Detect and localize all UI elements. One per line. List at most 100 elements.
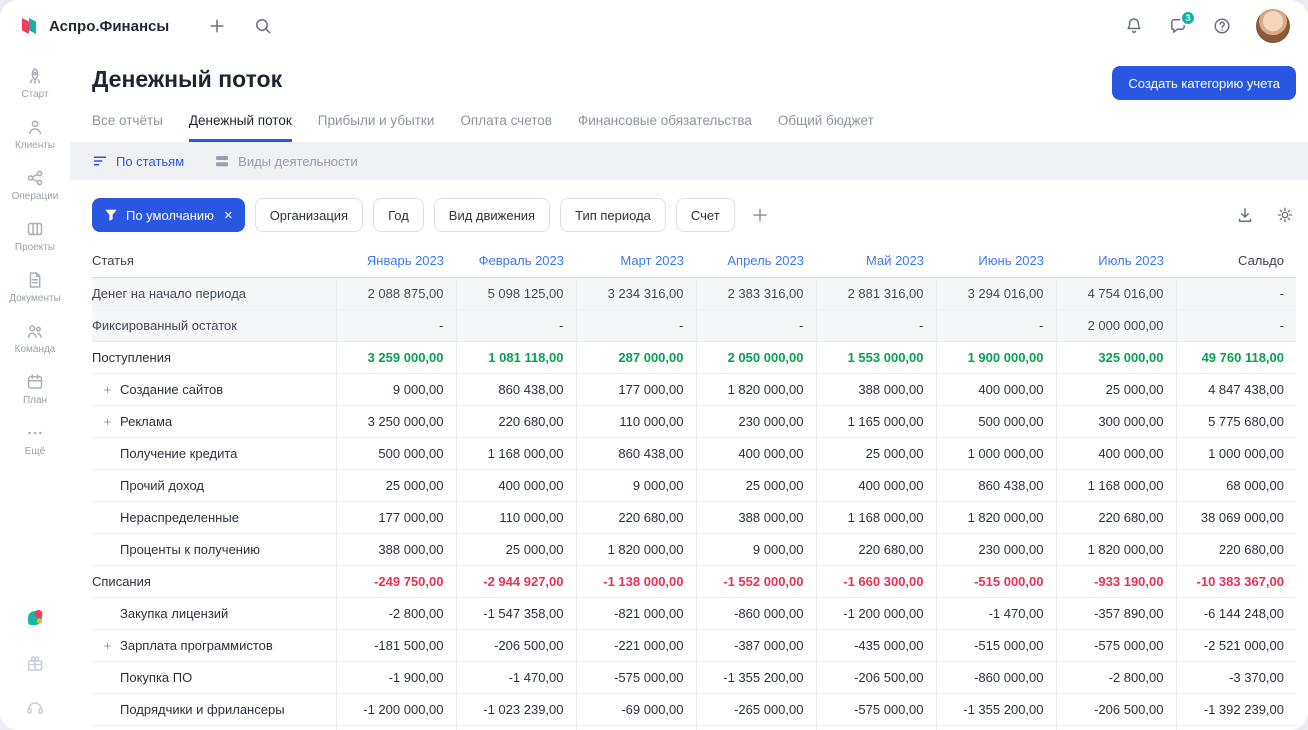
expand-icon[interactable]: + <box>102 638 113 653</box>
row-label: Покупка ПО <box>120 670 193 685</box>
cell-value: 220 680,00 <box>1055 501 1176 534</box>
cell-value: -206 500,00 <box>455 629 576 662</box>
tab-item[interactable]: Финансовые обязательства <box>578 113 752 142</box>
add-filter-button[interactable] <box>750 205 770 225</box>
view-tab[interactable]: Виды деятельности <box>214 153 358 169</box>
sidebar-item-team[interactable]: Команда <box>9 321 61 355</box>
filter-chip[interactable]: Год <box>373 198 424 232</box>
cell-value: -821 000,00 <box>575 597 696 630</box>
sidebar-item-projects[interactable]: Проекты <box>9 219 61 253</box>
table-row: Фиксированный остаток - - - - - -2 000 000,00- <box>92 309 1296 342</box>
aspro-mark-icon[interactable] <box>23 606 47 630</box>
sidebar-item-clients[interactable]: Клиенты <box>9 117 61 151</box>
create-category-button[interactable]: Создать категорию учета <box>1112 66 1296 100</box>
cell-value: 110 000,00 <box>575 405 696 438</box>
row-label: Подрядчики и фрилансеры <box>120 702 285 717</box>
sidebar-item-label: Клиенты <box>14 140 56 151</box>
tab-item[interactable]: Оплата счетов <box>460 113 552 142</box>
cell-value: - <box>575 309 696 342</box>
column-header-month[interactable]: Июнь 2023 <box>936 247 1056 278</box>
cell-value: 177 000,00 <box>575 373 696 406</box>
cashflow-table[interactable]: Статья Январь 2023 Февраль 2023 Март 2023 Ап… <box>70 247 1308 730</box>
page-title: Денежный поток <box>92 66 283 92</box>
column-header-month[interactable]: Февраль 2023 <box>456 247 576 278</box>
cell-value: -1 392 239,00 <box>1175 693 1296 726</box>
cell-value: 1 168 000,00 <box>455 437 576 470</box>
help-icon[interactable] <box>1212 16 1232 36</box>
cell-value: -206 500,00 <box>1055 693 1176 726</box>
row-label: Нераспределенные <box>120 510 239 525</box>
sidebar-item-start[interactable]: Старт <box>9 66 61 100</box>
filter-chip[interactable]: Счет <box>675 198 735 232</box>
gift-icon[interactable] <box>25 654 45 674</box>
column-header-month[interactable]: Апрель 2023 <box>696 247 816 278</box>
download-icon[interactable] <box>1236 206 1254 224</box>
search-icon[interactable] <box>253 16 273 36</box>
add-icon[interactable] <box>207 16 227 36</box>
column-header-month[interactable]: Июль 2023 <box>1056 247 1176 278</box>
cell-value: 2 881 316,00 <box>815 277 936 310</box>
tab-item[interactable]: Общий бюджет <box>778 113 874 142</box>
tab-item[interactable]: Все отчёты <box>92 113 163 142</box>
cell-value: -1 200 000,00 <box>335 693 456 726</box>
row-label: Реклама <box>120 414 173 429</box>
tab-item[interactable]: Прибыли и убытки <box>318 113 435 142</box>
sidebar-item-operations[interactable]: Операции <box>9 168 61 202</box>
column-header-article: Статья <box>92 253 134 268</box>
column-header-month[interactable]: Март 2023 <box>576 247 696 278</box>
cell-value: - <box>1175 277 1296 310</box>
cell-value: -515 000,00 <box>935 565 1056 598</box>
clear-filter-icon[interactable]: × <box>224 208 233 223</box>
sidebar-item-documents[interactable]: Документы <box>9 270 61 304</box>
filter-chip[interactable]: Тип периода <box>560 198 666 232</box>
active-filter-chip[interactable]: По умолчанию × <box>92 198 245 232</box>
settings-gear-icon[interactable] <box>1276 206 1294 224</box>
view-switcher: По статьям Виды деятельности <box>70 142 1308 180</box>
chat-button[interactable]: 3 <box>1168 10 1196 36</box>
sidebar-item-label: Операции <box>11 191 59 202</box>
cell-value: -821 000,00 <box>575 725 696 730</box>
cell-value: -860 000,00 <box>935 661 1056 694</box>
cell-value: -860 000,00 <box>695 725 816 730</box>
sidebar-item-label: План <box>22 395 48 406</box>
expand-icon[interactable]: + <box>102 414 113 429</box>
support-icon[interactable] <box>25 698 45 718</box>
sidebar-bottom <box>23 606 47 722</box>
cell-value: 220 680,00 <box>575 501 696 534</box>
filter-row: По умолчанию × Организация Год Вид движени… <box>70 180 1308 247</box>
brand[interactable]: Аспро.Финансы <box>18 15 169 37</box>
row-label: Зарплата программистов <box>120 638 273 653</box>
cell-value: -206 500,00 <box>815 661 936 694</box>
app-logo-icon <box>18 15 40 37</box>
table-row: Прочий доход 25 000,00 400 000,00 9 000,00 2… <box>92 469 1296 502</box>
person-icon <box>25 117 45 137</box>
expand-icon[interactable]: + <box>102 382 113 397</box>
cell-value: -357 890,00 <box>1055 725 1176 730</box>
user-avatar[interactable] <box>1256 9 1290 43</box>
cell-value: 2 383 316,00 <box>695 277 816 310</box>
column-header-month[interactable]: Май 2023 <box>816 247 936 278</box>
cell-value: -575 000,00 <box>575 661 696 694</box>
cell-value: -1 355 200,00 <box>935 693 1056 726</box>
cell-value: -3 370,00 <box>1175 661 1296 694</box>
rows-icon <box>214 153 230 169</box>
cell-value: 4 847 438,00 <box>1175 373 1296 406</box>
sidebar-item-label: Команда <box>14 344 56 355</box>
column-header-month[interactable]: Январь 2023 <box>336 247 456 278</box>
cell-value: -575 000,00 <box>1055 629 1176 662</box>
cell-value: -515 000,00 <box>935 629 1056 662</box>
sidebar-item-more[interactable]: Ещё <box>9 423 61 457</box>
filter-chip[interactable]: Организация <box>254 198 364 232</box>
table-row: Подрядчики и фрилансеры -1 200 000,00 -1 0… <box>92 693 1296 726</box>
filter-chip[interactable]: Вид движения <box>433 198 551 232</box>
row-label: Создание сайтов <box>120 382 224 397</box>
notifications-bell-icon[interactable] <box>1124 16 1144 36</box>
sidebar-item-plan[interactable]: План <box>9 372 61 406</box>
view-tab[interactable]: По статьям <box>92 153 184 169</box>
table-row: + Реклама 3 250 000,00 220 680,00 110 000,00… <box>92 405 1296 438</box>
cell-value: 1 820 000,00 <box>575 533 696 566</box>
topbar-quick-actions <box>207 16 273 36</box>
cell-value: -69 000,00 <box>575 693 696 726</box>
tab-active[interactable]: Денежный поток <box>188 113 292 142</box>
app-name: Аспро.Финансы <box>49 17 170 35</box>
